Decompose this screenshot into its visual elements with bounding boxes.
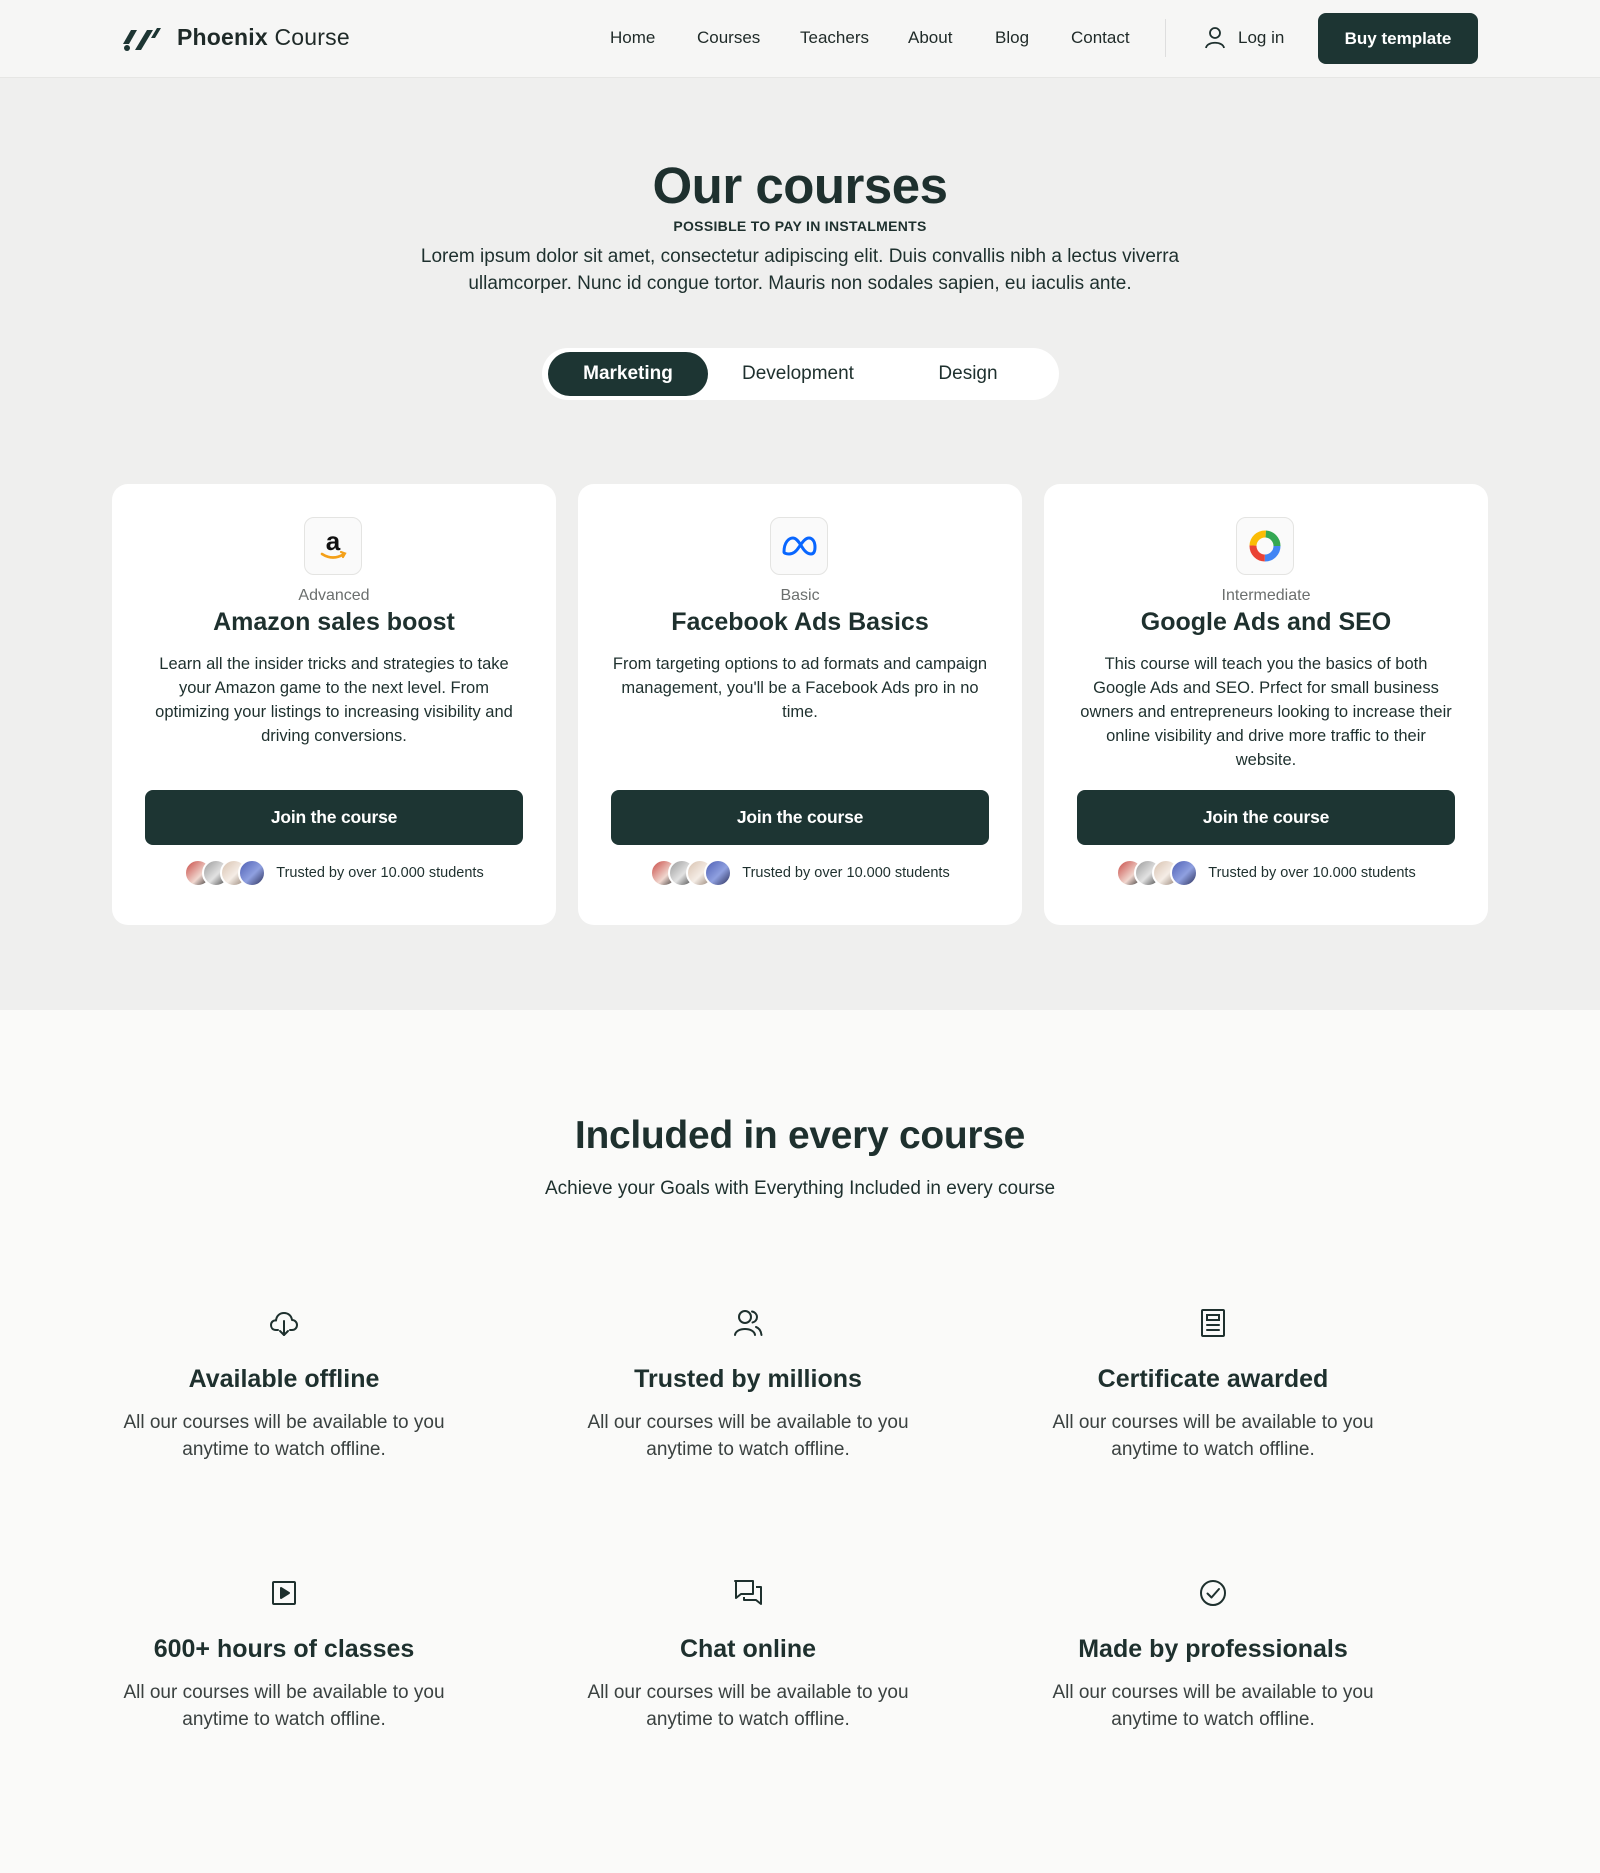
page-title: Our courses <box>652 157 948 214</box>
student-avatars <box>1116 859 1199 887</box>
feature-title: Certificate awarded <box>1097 1365 1329 1393</box>
login-label: Log in <box>1238 28 1285 47</box>
user-icon <box>1205 27 1225 49</box>
feature-title: Chat online <box>679 1635 817 1663</box>
course-card: Intermediate Google Ads and SEO This cou… <box>1044 484 1488 925</box>
nav-home[interactable]: Home <box>610 28 655 48</box>
feature-chat-online: Chat online All our courses will be avai… <box>558 1576 938 1733</box>
nav-teachers[interactable]: Teachers <box>800 28 869 48</box>
course-level: Intermediate <box>1221 587 1311 604</box>
instalments-eyebrow: POSSIBLE TO PAY IN INSTALMENTS <box>673 218 927 234</box>
tab-design[interactable]: Design <box>888 352 1048 396</box>
trusted-text: Trusted by over 10.000 students <box>276 865 484 881</box>
join-course-button[interactable]: Join the course <box>145 790 523 845</box>
feature-title: 600+ hours of classes <box>153 1635 415 1663</box>
feature-description: All our courses will be available to you… <box>587 1682 909 1730</box>
nav-contact[interactable]: Contact <box>1071 28 1130 48</box>
avatar <box>1170 859 1199 887</box>
trusted-by: Trusted by over 10.000 students <box>1044 857 1488 889</box>
feature-available-offline: Available offline All our courses will b… <box>94 1306 474 1463</box>
feature-trusted-by-millions: Trusted by millions All our courses will… <box>558 1306 938 1463</box>
play-square-icon <box>94 1576 474 1610</box>
feature-description: All our courses will be available to you… <box>123 1682 445 1730</box>
course-level: Advanced <box>298 587 370 604</box>
join-course-button[interactable]: Join the course <box>611 790 989 845</box>
trusted-text: Trusted by over 10.000 students <box>742 865 950 881</box>
trusted-by: Trusted by over 10.000 students <box>578 857 1022 889</box>
svg-text:a: a <box>326 528 341 556</box>
google-ads-logo-icon <box>1236 517 1294 575</box>
feature-title: Available offline <box>188 1365 380 1393</box>
cloud-download-icon <box>94 1306 474 1340</box>
course-card: a Advanced Amazon sales boost Learn all … <box>112 484 556 925</box>
trusted-text: Trusted by over 10.000 students <box>1208 865 1416 881</box>
avatar <box>238 859 267 887</box>
course-title: Google Ads and SEO <box>1140 608 1392 636</box>
check-circle-icon <box>1023 1576 1403 1610</box>
amazon-logo-icon: a <box>304 517 362 575</box>
feature-title: Trusted by millions <box>634 1365 862 1393</box>
nav-courses[interactable]: Courses <box>697 28 760 48</box>
nav-about[interactable]: About <box>908 28 952 48</box>
courses-section: Our courses POSSIBLE TO PAY IN INSTALMEN… <box>0 78 1600 1010</box>
login-link[interactable]: Log in <box>1204 25 1284 51</box>
course-title: Amazon sales boost <box>213 608 455 636</box>
feature-600-hours: 600+ hours of classes All our courses wi… <box>94 1576 474 1733</box>
course-level: Basic <box>780 587 820 604</box>
nav-blog[interactable]: Blog <box>995 28 1029 48</box>
feature-certificate-awarded: Certificate awarded All our courses will… <box>1023 1306 1403 1463</box>
feature-title: Made by professionals <box>1078 1635 1348 1663</box>
certificate-icon <box>1023 1306 1403 1340</box>
course-card: Basic Facebook Ads Basics From targeting… <box>578 484 1022 925</box>
trusted-by: Trusted by over 10.000 students <box>112 857 556 889</box>
feature-made-by-professionals: Made by professionals All our courses wi… <box>1023 1576 1403 1733</box>
join-course-button[interactable]: Join the course <box>1077 790 1455 845</box>
site-header: Phoenix Course Home Courses Teachers Abo… <box>0 0 1600 78</box>
meta-logo-icon <box>770 517 828 575</box>
chat-icon <box>558 1576 938 1610</box>
feature-description: All our courses will be available to you… <box>587 1412 909 1460</box>
category-tabs: Marketing Development Design <box>542 348 1059 400</box>
course-title: Facebook Ads Basics <box>671 608 929 636</box>
course-description: Learn all the insider tricks and strateg… <box>155 655 513 745</box>
course-description: This course will teach you the basics of… <box>1080 655 1452 769</box>
student-avatars <box>184 859 267 887</box>
feature-description: All our courses will be available to you… <box>1052 1412 1374 1460</box>
course-description: From targeting options to ad formats and… <box>612 655 988 721</box>
student-avatars <box>650 859 733 887</box>
nav-divider <box>1165 19 1166 57</box>
tab-development[interactable]: Development <box>718 352 878 396</box>
avatar <box>704 859 733 887</box>
included-title: Included in every course <box>574 1114 1026 1157</box>
included-subtitle: Achieve your Goals with Everything Inclu… <box>544 1178 1056 1199</box>
feature-description: All our courses will be available to you… <box>1052 1682 1374 1730</box>
buy-template-button[interactable]: Buy template <box>1318 13 1478 64</box>
tab-marketing[interactable]: Marketing <box>548 352 708 396</box>
users-icon <box>558 1306 938 1340</box>
feature-description: All our courses will be available to you… <box>123 1412 445 1460</box>
courses-intro: Lorem ipsum dolor sit amet, consectetur … <box>420 246 1180 294</box>
